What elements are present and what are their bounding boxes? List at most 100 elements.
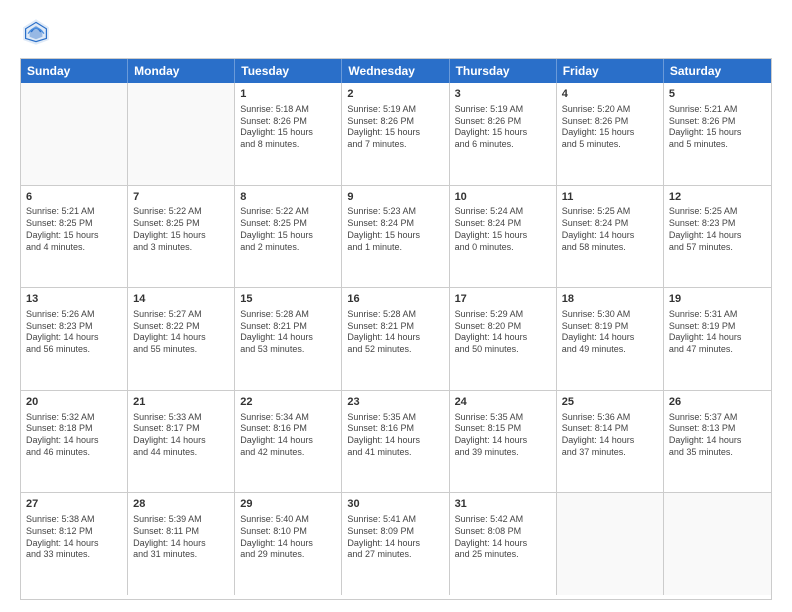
calendar-cell-day-29: 29 Sunrise: 5:40 AM Sunset: 8:10 PM Dayli… — [235, 493, 342, 595]
day-number: 4 — [562, 87, 658, 102]
calendar-cell-day-20: 20 Sunrise: 5:32 AM Sunset: 8:18 PM Dayli… — [21, 391, 128, 493]
day-info: Sunrise: 5:33 AM Sunset: 8:17 PM Dayligh… — [133, 412, 229, 459]
calendar-cell-empty — [21, 83, 128, 185]
day-info: Sunrise: 5:28 AM Sunset: 8:21 PM Dayligh… — [240, 309, 336, 356]
calendar-cell-empty — [664, 493, 771, 595]
day-number: 29 — [240, 497, 336, 512]
day-info: Sunrise: 5:18 AM Sunset: 8:26 PM Dayligh… — [240, 104, 336, 151]
day-number: 14 — [133, 292, 229, 307]
day-number: 10 — [455, 190, 551, 205]
day-number: 7 — [133, 190, 229, 205]
day-info: Sunrise: 5:23 AM Sunset: 8:24 PM Dayligh… — [347, 206, 443, 253]
day-info: Sunrise: 5:28 AM Sunset: 8:21 PM Dayligh… — [347, 309, 443, 356]
day-info: Sunrise: 5:37 AM Sunset: 8:13 PM Dayligh… — [669, 412, 766, 459]
calendar-cell-day-28: 28Sunrise: 5:39 AM Sunset: 8:11 PM Dayli… — [128, 493, 235, 595]
header — [20, 16, 772, 48]
calendar-cell-day-31: 31 Sunrise: 5:42 AM Sunset: 8:08 PM Dayli… — [450, 493, 557, 595]
day-number: 19 — [669, 292, 766, 307]
calendar-cell-day-16: 16 Sunrise: 5:28 AM Sunset: 8:21 PM Dayli… — [342, 288, 449, 390]
calendar-cell-day-11: 11Sunrise: 5:25 AM Sunset: 8:24 PM Dayli… — [557, 186, 664, 288]
calendar-cell-day-30: 30 Sunrise: 5:41 AM Sunset: 8:09 PM Dayli… — [342, 493, 449, 595]
day-info: Sunrise: 5:42 AM Sunset: 8:08 PM Dayligh… — [455, 514, 551, 561]
calendar-row-1: 1 Sunrise: 5:18 AM Sunset: 8:26 PM Daylig… — [21, 83, 771, 186]
day-info: Sunrise: 5:39 AM Sunset: 8:11 PM Dayligh… — [133, 514, 229, 561]
calendar-cell-day-18: 18 Sunrise: 5:30 AM Sunset: 8:19 PM Dayli… — [557, 288, 664, 390]
day-number: 5 — [669, 87, 766, 102]
calendar: SundayMondayTuesdayWednesdayThursdayFrid… — [20, 58, 772, 600]
day-number: 26 — [669, 395, 766, 410]
day-info: Sunrise: 5:35 AM Sunset: 8:15 PM Dayligh… — [455, 412, 551, 459]
day-number: 18 — [562, 292, 658, 307]
day-number: 17 — [455, 292, 551, 307]
calendar-row-3: 13Sunrise: 5:26 AM Sunset: 8:23 PM Dayli… — [21, 288, 771, 391]
day-info: Sunrise: 5:24 AM Sunset: 8:24 PM Dayligh… — [455, 206, 551, 253]
calendar-body: 1 Sunrise: 5:18 AM Sunset: 8:26 PM Daylig… — [21, 83, 771, 595]
day-number: 11 — [562, 190, 658, 205]
header-day-sunday: Sunday — [21, 59, 128, 83]
calendar-cell-day-21: 21Sunrise: 5:33 AM Sunset: 8:17 PM Dayli… — [128, 391, 235, 493]
day-number: 24 — [455, 395, 551, 410]
header-day-saturday: Saturday — [664, 59, 771, 83]
calendar-cell-day-8: 8Sunrise: 5:22 AM Sunset: 8:25 PM Daylig… — [235, 186, 342, 288]
day-info: Sunrise: 5:29 AM Sunset: 8:20 PM Dayligh… — [455, 309, 551, 356]
logo — [20, 16, 56, 48]
calendar-cell-day-23: 23 Sunrise: 5:35 AM Sunset: 8:16 PM Dayli… — [342, 391, 449, 493]
calendar-cell-empty — [557, 493, 664, 595]
calendar-cell-day-6: 6Sunrise: 5:21 AM Sunset: 8:25 PM Daylig… — [21, 186, 128, 288]
day-info: Sunrise: 5:35 AM Sunset: 8:16 PM Dayligh… — [347, 412, 443, 459]
day-info: Sunrise: 5:40 AM Sunset: 8:10 PM Dayligh… — [240, 514, 336, 561]
calendar-row-4: 20 Sunrise: 5:32 AM Sunset: 8:18 PM Dayli… — [21, 391, 771, 494]
header-day-tuesday: Tuesday — [235, 59, 342, 83]
day-number: 20 — [26, 395, 122, 410]
header-day-thursday: Thursday — [450, 59, 557, 83]
calendar-cell-day-27: 27Sunrise: 5:38 AM Sunset: 8:12 PM Dayli… — [21, 493, 128, 595]
day-info: Sunrise: 5:25 AM Sunset: 8:24 PM Dayligh… — [562, 206, 658, 253]
day-info: Sunrise: 5:19 AM Sunset: 8:26 PM Dayligh… — [455, 104, 551, 151]
day-number: 30 — [347, 497, 443, 512]
calendar-cell-day-26: 26 Sunrise: 5:37 AM Sunset: 8:13 PM Dayli… — [664, 391, 771, 493]
calendar-cell-day-4: 4 Sunrise: 5:20 AM Sunset: 8:26 PM Daylig… — [557, 83, 664, 185]
calendar-cell-day-14: 14 Sunrise: 5:27 AM Sunset: 8:22 PM Dayli… — [128, 288, 235, 390]
calendar-cell-day-12: 12Sunrise: 5:25 AM Sunset: 8:23 PM Dayli… — [664, 186, 771, 288]
day-number: 12 — [669, 190, 766, 205]
day-info: Sunrise: 5:20 AM Sunset: 8:26 PM Dayligh… — [562, 104, 658, 151]
header-day-monday: Monday — [128, 59, 235, 83]
day-info: Sunrise: 5:32 AM Sunset: 8:18 PM Dayligh… — [26, 412, 122, 459]
calendar-row-2: 6Sunrise: 5:21 AM Sunset: 8:25 PM Daylig… — [21, 186, 771, 289]
calendar-cell-day-5: 5 Sunrise: 5:21 AM Sunset: 8:26 PM Daylig… — [664, 83, 771, 185]
day-info: Sunrise: 5:30 AM Sunset: 8:19 PM Dayligh… — [562, 309, 658, 356]
day-number: 6 — [26, 190, 122, 205]
day-number: 27 — [26, 497, 122, 512]
day-info: Sunrise: 5:21 AM Sunset: 8:26 PM Dayligh… — [669, 104, 766, 151]
day-info: Sunrise: 5:36 AM Sunset: 8:14 PM Dayligh… — [562, 412, 658, 459]
day-number: 8 — [240, 190, 336, 205]
calendar-header: SundayMondayTuesdayWednesdayThursdayFrid… — [21, 59, 771, 83]
day-number: 16 — [347, 292, 443, 307]
calendar-cell-day-13: 13Sunrise: 5:26 AM Sunset: 8:23 PM Dayli… — [21, 288, 128, 390]
calendar-cell-day-25: 25 Sunrise: 5:36 AM Sunset: 8:14 PM Dayli… — [557, 391, 664, 493]
day-info: Sunrise: 5:21 AM Sunset: 8:25 PM Dayligh… — [26, 206, 122, 253]
calendar-cell-day-22: 22Sunrise: 5:34 AM Sunset: 8:16 PM Dayli… — [235, 391, 342, 493]
day-info: Sunrise: 5:27 AM Sunset: 8:22 PM Dayligh… — [133, 309, 229, 356]
calendar-cell-empty — [128, 83, 235, 185]
day-number: 1 — [240, 87, 336, 102]
calendar-cell-day-3: 3Sunrise: 5:19 AM Sunset: 8:26 PM Daylig… — [450, 83, 557, 185]
calendar-cell-day-1: 1 Sunrise: 5:18 AM Sunset: 8:26 PM Daylig… — [235, 83, 342, 185]
day-number: 13 — [26, 292, 122, 307]
day-info: Sunrise: 5:22 AM Sunset: 8:25 PM Dayligh… — [133, 206, 229, 253]
header-day-wednesday: Wednesday — [342, 59, 449, 83]
day-number: 9 — [347, 190, 443, 205]
calendar-cell-day-19: 19 Sunrise: 5:31 AM Sunset: 8:19 PM Dayli… — [664, 288, 771, 390]
day-info: Sunrise: 5:41 AM Sunset: 8:09 PM Dayligh… — [347, 514, 443, 561]
calendar-cell-day-24: 24 Sunrise: 5:35 AM Sunset: 8:15 PM Dayli… — [450, 391, 557, 493]
calendar-row-5: 27Sunrise: 5:38 AM Sunset: 8:12 PM Dayli… — [21, 493, 771, 595]
calendar-cell-day-10: 10Sunrise: 5:24 AM Sunset: 8:24 PM Dayli… — [450, 186, 557, 288]
day-info: Sunrise: 5:19 AM Sunset: 8:26 PM Dayligh… — [347, 104, 443, 151]
day-number: 25 — [562, 395, 658, 410]
calendar-cell-day-9: 9Sunrise: 5:23 AM Sunset: 8:24 PM Daylig… — [342, 186, 449, 288]
day-number: 31 — [455, 497, 551, 512]
day-info: Sunrise: 5:31 AM Sunset: 8:19 PM Dayligh… — [669, 309, 766, 356]
calendar-cell-day-17: 17 Sunrise: 5:29 AM Sunset: 8:20 PM Dayli… — [450, 288, 557, 390]
day-number: 23 — [347, 395, 443, 410]
header-day-friday: Friday — [557, 59, 664, 83]
